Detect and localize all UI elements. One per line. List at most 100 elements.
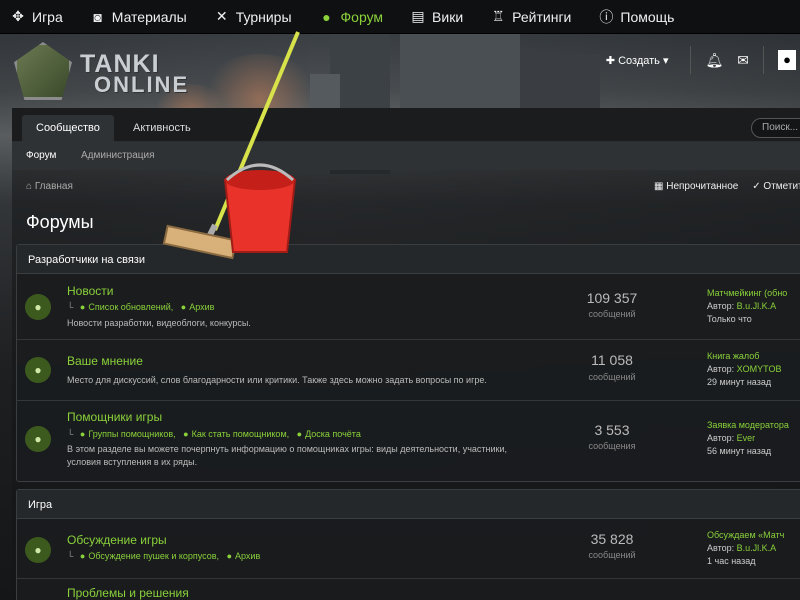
tab-administration[interactable]: Администрация — [81, 150, 155, 161]
nav-item-materials[interactable]: ◙ Материалы — [90, 9, 187, 25]
last-post-author: Автор: Ever — [707, 433, 756, 443]
logo-badge-icon — [14, 42, 72, 100]
nav-item-label: Материалы — [111, 8, 187, 25]
book-icon: ▤ — [411, 8, 425, 24]
bell-icon[interactable]: 🔔︎ — [705, 52, 723, 69]
section-title[interactable]: Игра — [17, 490, 800, 519]
nav-item-game[interactable]: ✥ Игра — [10, 8, 63, 25]
forum-section-game: Игра ● Обсуждение игры └ ● Обсуждение пуш… — [16, 489, 800, 600]
chat-bubble-icon: ● — [25, 426, 51, 452]
node-title[interactable]: Новости — [67, 284, 113, 298]
create-button[interactable]: ✚ Создать ▾ — [606, 54, 669, 67]
nav-item-help[interactable]: ⓘ Помощь — [598, 7, 674, 27]
last-post-time: 29 минут назад — [707, 377, 772, 387]
nav-item-label: Игра — [32, 8, 63, 25]
nav-item-ratings[interactable]: ♖ Рейтинги — [490, 8, 572, 25]
subforum-link[interactable]: ● Как стать помощником, — [183, 429, 289, 439]
forum-node-opinion: ● Ваше мнение Место для дискуссий, слов … — [17, 340, 800, 401]
page-title: Форумы — [26, 212, 94, 232]
last-post-time: Только что — [707, 314, 752, 324]
top-nav: ✥ Игра ◙ Материалы ✕ Турниры ● Форум ▤ В… — [0, 0, 800, 34]
search-input[interactable]: Поиск... — [751, 118, 800, 138]
header-actions: ✚ Создать ▾ 🔔︎ ✉ ● — [606, 46, 800, 74]
nav-item-label: Рейтинги — [512, 8, 572, 25]
node-title[interactable]: Помощники игры — [67, 410, 162, 424]
node-title[interactable]: Проблемы и решения — [67, 586, 189, 600]
logo-text-line2: ONLINE — [94, 72, 190, 97]
avatar[interactable]: ● — [778, 50, 796, 70]
nav-item-forum[interactable]: ● Форум — [319, 8, 384, 25]
dot-icon: ● — [226, 551, 233, 561]
unread-link[interactable]: ▦ Непрочитанное — [654, 181, 738, 192]
last-post-title[interactable]: Обсуждаем «Матч — [707, 530, 784, 540]
last-post-author: Автор: B.u.Jl.K.A — [707, 543, 777, 553]
message-count: 3 553 — [594, 422, 630, 438]
nav-item-label: Помощь — [620, 8, 675, 25]
subforum-hook-icon: └ — [67, 429, 74, 439]
home-icon: ⌂ — [26, 181, 35, 192]
message-count-label: сообщений — [588, 309, 636, 319]
subforum-link[interactable]: ● Обсуждение пушек и корпусов, — [80, 551, 219, 561]
dot-icon: ● — [180, 302, 187, 312]
chat-bubble-icon: ● — [25, 537, 51, 563]
last-post-title[interactable]: Заявка модератора — [707, 420, 789, 430]
help-icon: ⓘ — [599, 8, 614, 25]
nav-item-tournaments[interactable]: ✕ Турниры — [214, 8, 292, 25]
node-description: В этом разделе вы можете почерпнуть инфо… — [67, 444, 507, 467]
last-post-author: Автор: B.u.Jl.K.A — [707, 301, 777, 311]
last-post-title[interactable]: Книга жалоб — [707, 351, 759, 361]
dot-icon: ● — [183, 429, 189, 439]
mark-read-link[interactable]: ✓ Отметить с — [752, 181, 800, 192]
nav-item-label: Турниры — [235, 8, 292, 25]
dot-icon: ● — [79, 551, 86, 561]
message-count: 11 058 — [591, 352, 633, 368]
breadcrumb-actions: ▦ Непрочитанное ✓ Отметить с — [654, 181, 800, 192]
breadcrumb[interactable]: ⌂ Главная — [26, 181, 73, 192]
forum-section-developers: Разработчики на связи ● Новости └ ● Списо… — [16, 244, 800, 482]
last-post-time: 56 минут назад — [707, 446, 772, 456]
subforum-link[interactable]: ● Список обновлений, — [80, 302, 173, 312]
chat-bubble-icon: ● — [25, 294, 51, 320]
header-divider — [763, 46, 764, 74]
subforum-link[interactable]: ● Доска почёта — [297, 429, 361, 439]
subforum-link[interactable]: ● Группы помощников, — [80, 429, 176, 439]
site-logo[interactable]: TANKI ONLINE — [14, 42, 187, 104]
nav-item-wiki[interactable]: ▤ Вики — [410, 8, 463, 25]
primary-tabs: Сообщество Активность Поиск... — [12, 108, 800, 142]
subforum-link[interactable]: ● Архив — [227, 551, 261, 561]
message-count: 35 828 — [590, 531, 634, 547]
header-divider — [690, 46, 692, 74]
caret-down-icon: ▾ — [659, 54, 669, 67]
tab-forum[interactable]: Форум — [26, 150, 56, 161]
nav-item-label: Форум — [340, 8, 384, 25]
tank-icon: ✥ — [12, 8, 24, 24]
message-count: 109 357 — [586, 290, 638, 306]
camera-icon: ◙ — [93, 8, 102, 25]
last-post-title[interactable]: Матчмейкинг (обно — [707, 288, 787, 298]
swords-icon: ✕ — [215, 8, 228, 24]
last-post-author: Автор: XOMYTOB — [707, 364, 782, 374]
nav-item-label: Вики — [432, 8, 464, 25]
subforum-link[interactable]: ● Архив — [181, 302, 215, 312]
node-title[interactable]: Ваше мнение — [67, 354, 143, 368]
message-count-label: сообщения — [588, 441, 636, 451]
subforum-hook-icon: └ — [67, 551, 74, 561]
newspaper-icon: ▦ — [654, 181, 667, 192]
node-subforums: └ ● Обсуждение пушек и корпусов, ● Архив — [67, 551, 260, 561]
envelope-icon[interactable]: ✉ — [737, 52, 749, 69]
section-title[interactable]: Разработчики на связи — [17, 245, 800, 274]
forum-node-game-discussion: ● Обсуждение игры └ ● Обсуждение пушек и … — [17, 519, 800, 579]
node-subforums: └ ● Группы помощников, ● Как стать помощни… — [67, 429, 361, 439]
tab-community[interactable]: Сообщество — [22, 115, 114, 142]
trophy-icon: ♖ — [491, 8, 505, 24]
plus-icon: ✚ — [605, 54, 619, 67]
message-count-label: сообщений — [588, 550, 636, 560]
node-title[interactable]: Обсуждение игры — [67, 533, 167, 547]
secondary-tabs: Форум Администрация — [12, 142, 800, 170]
dot-icon: ● — [79, 302, 86, 312]
subforum-hook-icon: └ — [67, 302, 74, 312]
chat-icon: ● — [322, 8, 331, 25]
tab-activity[interactable]: Активность — [119, 115, 205, 142]
chat-bubble-icon: ● — [25, 357, 51, 383]
user-icon: ● — [783, 52, 791, 67]
